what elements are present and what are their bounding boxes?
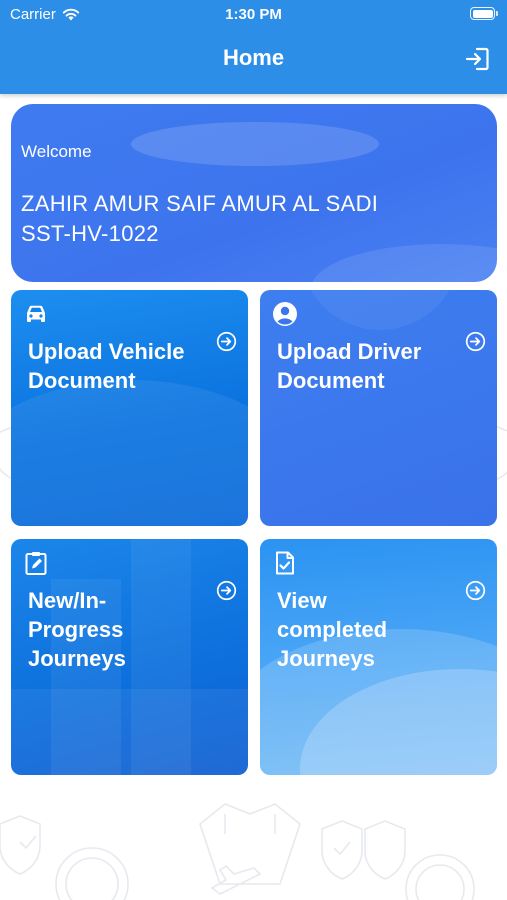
- clock: 1:30 PM: [225, 6, 282, 23]
- app-bar: Carrier 1:30 PM Home: [0, 0, 507, 94]
- arrow-circle-right-icon: [216, 580, 237, 601]
- decor-blob: [311, 244, 497, 282]
- tile-label: New/In-Progress Journeys: [28, 588, 126, 671]
- arrow-circle-right-icon: [465, 580, 486, 601]
- person-circle-icon: [273, 302, 297, 326]
- arrow-circle-right-icon: [216, 331, 237, 352]
- upload-driver-document-tile[interactable]: Upload Driver Document: [260, 290, 497, 526]
- page-title: Home: [222, 45, 285, 70]
- welcome-label: Welcome: [21, 142, 92, 161]
- tile-label: Upload Driver Document: [277, 339, 422, 393]
- decor-blob: [131, 122, 379, 166]
- clipboard-edit-icon: [25, 552, 47, 575]
- battery-icon: [470, 7, 498, 20]
- arrow-circle-right-icon: [465, 331, 486, 352]
- status-bar: Carrier 1:30 PM: [0, 0, 507, 28]
- upload-vehicle-document-tile[interactable]: Upload Vehicle Document: [11, 290, 248, 526]
- view-completed-journeys-tile[interactable]: View completed Journeys: [260, 539, 497, 775]
- tile-label: Upload Vehicle Document: [28, 339, 185, 393]
- user-id: SST-HV-1022: [21, 221, 159, 246]
- user-name: ZAHIR AMUR SAIF AMUR AL SADI: [21, 191, 379, 216]
- document-check-icon: [276, 551, 294, 575]
- welcome-card: Welcome ZAHIR AMUR SAIF AMUR AL SADI SST…: [11, 104, 497, 282]
- new-in-progress-journeys-tile[interactable]: New/In-Progress Journeys: [11, 539, 248, 775]
- tile-label: View completed Journeys: [277, 588, 388, 671]
- logout-icon[interactable]: [464, 46, 490, 72]
- car-icon: [27, 305, 45, 322]
